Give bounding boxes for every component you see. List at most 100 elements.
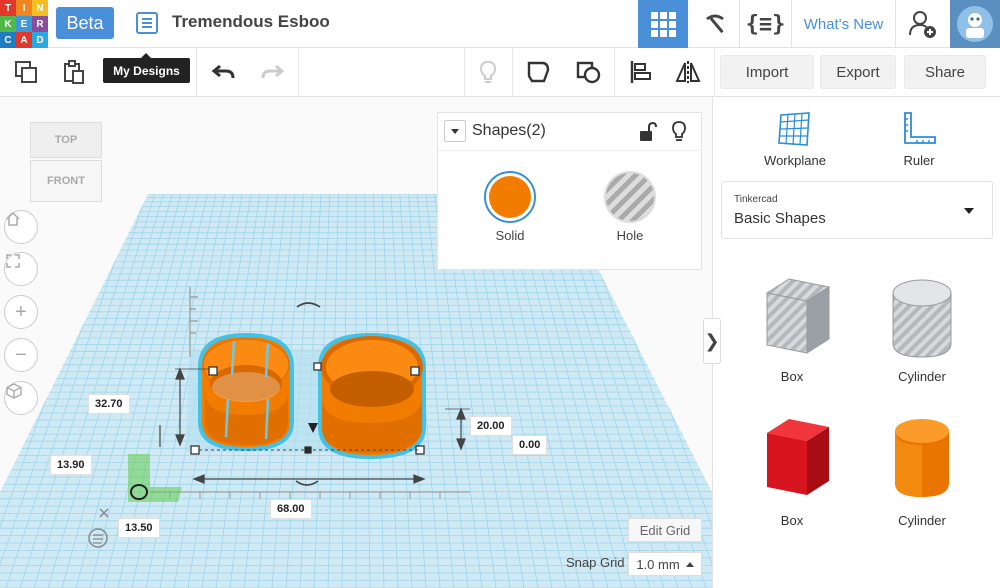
lightbulb-icon — [479, 60, 497, 83]
align-icon — [630, 61, 651, 83]
cylinder-orange-icon — [895, 419, 949, 497]
share-button[interactable]: Share — [904, 55, 986, 89]
shape-library-select[interactable]: Tinkercad Basic Shapes — [721, 181, 993, 239]
width-dimension[interactable]: 68.00 — [270, 499, 312, 519]
logo-letter: K — [0, 16, 16, 32]
logo-letter: E — [16, 16, 32, 32]
ungroup-button[interactable] — [566, 48, 610, 96]
fit-view-button[interactable] — [4, 252, 38, 286]
logo-letter: T — [0, 0, 16, 16]
blocks-view-button[interactable] — [690, 0, 740, 48]
home-view-button[interactable] — [4, 210, 38, 244]
top-bar: TINKERCAD Beta Tremendous Esboo {≡} What… — [0, 0, 1000, 48]
beta-badge[interactable]: Beta — [56, 7, 114, 39]
undo-button[interactable] — [202, 48, 246, 96]
view-cube-top[interactable]: TOP — [30, 122, 102, 158]
lock-button[interactable] — [636, 120, 658, 144]
grid-icon — [650, 11, 676, 37]
library-name: Basic Shapes — [734, 210, 826, 227]
tinkercad-logo[interactable]: TINKERCAD — [0, 0, 48, 48]
workplane-tool[interactable]: Workplane — [745, 107, 845, 171]
3d-design-view-button[interactable] — [638, 0, 688, 48]
edit-grid-button[interactable]: Edit Grid — [628, 518, 702, 542]
codeblocks-icon: {≡} — [745, 11, 786, 37]
invite-user-button[interactable] — [896, 0, 948, 48]
fit-icon — [6, 254, 20, 268]
shape-inspector-panel: Shapes(2) Solid Hole — [437, 112, 702, 270]
export-button[interactable]: Export — [820, 55, 896, 89]
inspector-collapse-button[interactable] — [444, 120, 466, 142]
plus-icon: + — [15, 300, 27, 323]
undo-icon — [211, 64, 235, 79]
elevation-dimension[interactable]: 0.00 — [512, 435, 548, 455]
perspective-button[interactable] — [4, 381, 38, 415]
codeblocks-view-button[interactable]: {≡} — [740, 0, 792, 48]
redo-button[interactable] — [250, 48, 294, 96]
shape-box-solid[interactable]: Box — [727, 409, 857, 539]
import-button[interactable]: Import — [720, 55, 814, 89]
snap-grid-value: 1.0 mm — [636, 556, 680, 572]
inspector-title: Shapes(2) — [472, 122, 546, 139]
chevron-right-icon: ❯ — [704, 330, 720, 351]
tube-shape[interactable] — [318, 332, 426, 460]
logo-letter: A — [16, 32, 32, 48]
caret-down-icon — [451, 128, 459, 134]
library-source: Tinkercad — [734, 194, 778, 205]
inspector-header: Shapes(2) — [438, 113, 701, 151]
user-avatar[interactable] — [950, 0, 1000, 48]
cube-icon — [6, 383, 22, 399]
box-red-icon — [767, 419, 829, 495]
shape-box-hole[interactable]: Box — [727, 265, 857, 395]
ungroup-icon — [576, 61, 601, 84]
cylinder-gray-icon — [892, 279, 952, 358]
view-cube-front[interactable]: FRONT — [30, 160, 102, 202]
shape-cylinder-solid[interactable]: Cylinder — [857, 409, 987, 539]
ruler-tool[interactable]: Ruler — [869, 107, 969, 171]
copy-button[interactable] — [4, 48, 48, 96]
height-dimension[interactable]: 32.70 — [88, 394, 130, 414]
whats-new-link[interactable]: What's New — [792, 0, 896, 48]
notes-button[interactable] — [466, 48, 510, 96]
shape-cylinder-hole[interactable]: Cylinder — [857, 265, 987, 395]
logo-letter: I — [16, 0, 32, 16]
view-cube[interactable]: TOP FRONT — [30, 122, 102, 202]
caret-down-icon — [964, 208, 974, 214]
solid-label[interactable]: Solid — [470, 228, 550, 243]
mirror-button[interactable] — [666, 48, 710, 96]
workplane-icon — [778, 112, 810, 146]
zoom-out-button[interactable]: − — [4, 338, 38, 372]
unlock-icon — [640, 121, 657, 141]
snap-grid-label: Snap Grid — [566, 555, 625, 570]
home-icon — [6, 211, 20, 226]
design-title[interactable]: Tremendous Esboo — [172, 12, 330, 32]
caret-up-icon — [685, 561, 694, 567]
add-user-icon — [909, 11, 936, 38]
pickaxe-icon — [705, 14, 724, 34]
logo-letter: N — [32, 0, 48, 16]
my-designs-tooltip: My Designs — [103, 53, 190, 83]
design-list-icon[interactable] — [136, 12, 158, 34]
shape-label: Box — [780, 513, 804, 528]
ruler-label: Ruler — [903, 153, 935, 168]
align-button[interactable] — [618, 48, 662, 96]
group-button[interactable] — [516, 48, 560, 96]
hole-swatch[interactable] — [604, 171, 656, 223]
split-bushing-shape[interactable] — [198, 332, 294, 452]
zoom-in-button[interactable]: + — [4, 295, 38, 329]
box-gray-icon — [765, 278, 831, 354]
inspector-notes-button[interactable] — [668, 120, 690, 144]
x-offset-dimension[interactable]: 13.50 — [118, 518, 160, 538]
paste-button[interactable] — [52, 48, 96, 96]
workplane-label: Workplane — [764, 153, 826, 168]
solid-color-swatch[interactable] — [484, 171, 536, 223]
y-offset-dimension[interactable]: 13.90 — [50, 455, 92, 475]
shape-label: Cylinder — [898, 369, 946, 384]
panel-collapse-tab[interactable]: ❯ — [703, 318, 721, 364]
lightbulb-icon — [672, 121, 686, 141]
snap-grid-select[interactable]: 1.0 mm — [628, 552, 702, 576]
shape-label: Box — [780, 369, 804, 384]
hole-label[interactable]: Hole — [590, 228, 670, 243]
robot-avatar-icon — [957, 6, 993, 42]
logo-letter: D — [32, 32, 48, 48]
z-height-dimension[interactable]: 20.00 — [470, 416, 512, 436]
